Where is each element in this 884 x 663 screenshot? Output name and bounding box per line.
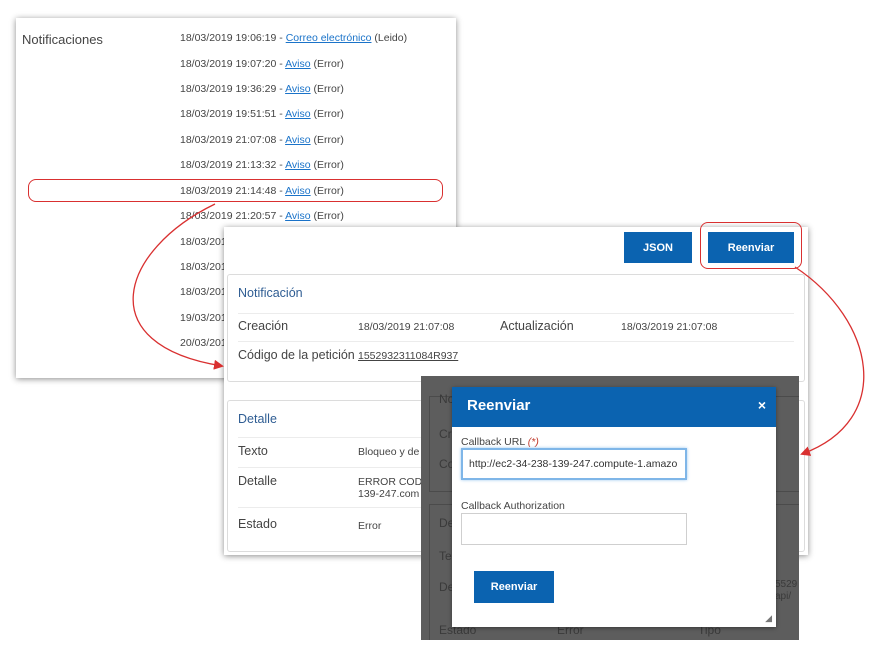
notification-type-link[interactable]: Aviso [285,159,311,171]
creacion-value: 18/03/2019 21:07:08 [358,321,455,333]
notification-status: (Error) [313,83,344,95]
callback-url-input[interactable] [461,448,687,480]
notification-type-link[interactable]: Aviso [285,134,311,146]
notification-row: 18/03/2019 19:06:19 - Correo electrónico… [180,32,408,44]
notification-status: (Leido) [374,32,408,44]
notification-type-link[interactable]: Aviso [285,58,311,70]
notification-type-link[interactable]: Aviso [285,108,311,120]
callback-url-label: Callback URL (*) [461,436,539,448]
modal-title: Reenviar [467,397,531,414]
texto-label: Texto [238,444,268,458]
notification-status: (Error) [313,108,344,120]
codigo-label: Código de la petición [238,348,355,362]
texto-value: Bloqueo y de [358,446,420,458]
callback-auth-input[interactable] [461,513,687,545]
detalle-value-line1: ERROR CODE [358,476,430,488]
notification-time: 18/03/2019 19:06:19 [180,32,277,44]
highlight-annotation [28,179,443,202]
codigo-link[interactable]: 1552932311084R937 [358,350,458,362]
close-icon[interactable]: × [758,397,766,413]
divider [238,313,794,314]
notification-type-link[interactable]: Correo electrónico [286,32,372,44]
notification-time: 18/03/2019 21:13:32 [180,159,277,171]
notification-row: 18/03/2019 21:07:08 - Aviso (Error) [180,134,344,146]
reenviar-modal: Reenviar × Callback URL (*) Callback Aut… [452,387,776,627]
detalle-title: Detalle [238,412,277,426]
actualizacion-label: Actualización [500,319,574,333]
notification-row: 18/03/2019 19:51:51 - Aviso (Error) [180,108,344,120]
reenviar-highlight-annotation [700,222,802,269]
required-mark: (*) [527,436,539,448]
notification-time: 18/03/2019 19:36:29 [180,83,277,95]
modal-reenviar-button[interactable]: Reenviar [474,571,554,603]
detalle-label: Detalle [238,474,277,488]
actualizacion-value: 18/03/2019 21:07:08 [621,321,718,333]
notification-status: (Error) [313,58,344,70]
notificacion-section: Notificación Creación 18/03/2019 21:07:0… [227,274,805,382]
notificacion-title: Notificación [238,286,303,300]
notification-status: (Error) [313,159,344,171]
notification-status: (Error) [313,134,344,146]
notification-time: 18/03/2019 21:20:57 [180,210,277,222]
backdrop-text: api/ [775,591,792,602]
estado-value: Error [358,520,382,532]
callback-url-label-text: Callback URL [461,436,525,448]
notifications-label: Notificaciones [22,32,103,47]
estado-label: Estado [238,517,277,531]
notification-row: 18/03/2019 21:13:32 - Aviso (Error) [180,159,344,171]
backdrop-text: Te [439,549,452,563]
notification-status: (Error) [313,210,344,222]
json-button[interactable]: JSON [624,232,692,263]
notification-type-link[interactable]: Aviso [285,83,311,95]
notification-time: 18/03/2019 19:07:20 [180,58,277,70]
notification-row: 18/03/2019 19:36:29 - Aviso (Error) [180,83,344,95]
divider [238,341,794,342]
notification-row: 18/03/2019 21:20:57 - Aviso (Error) [180,210,344,222]
notification-time: 18/03/2019 19:51:51 [180,108,277,120]
resize-handle-icon[interactable]: ◢ [765,613,772,624]
notification-row: 18/03/2019 19:07:20 - Aviso (Error) [180,58,344,70]
modal-header: Reenviar × [452,387,776,427]
backdrop-text: 5529 [775,579,798,590]
callback-auth-label: Callback Authorization [461,500,565,512]
creacion-label: Creación [238,319,289,333]
notification-type-link[interactable]: Aviso [285,210,311,222]
backdrop-text: Cr [439,427,452,441]
notification-time: 18/03/2019 21:07:08 [180,134,277,146]
detalle-value-line2: 139-247.com [358,488,420,500]
